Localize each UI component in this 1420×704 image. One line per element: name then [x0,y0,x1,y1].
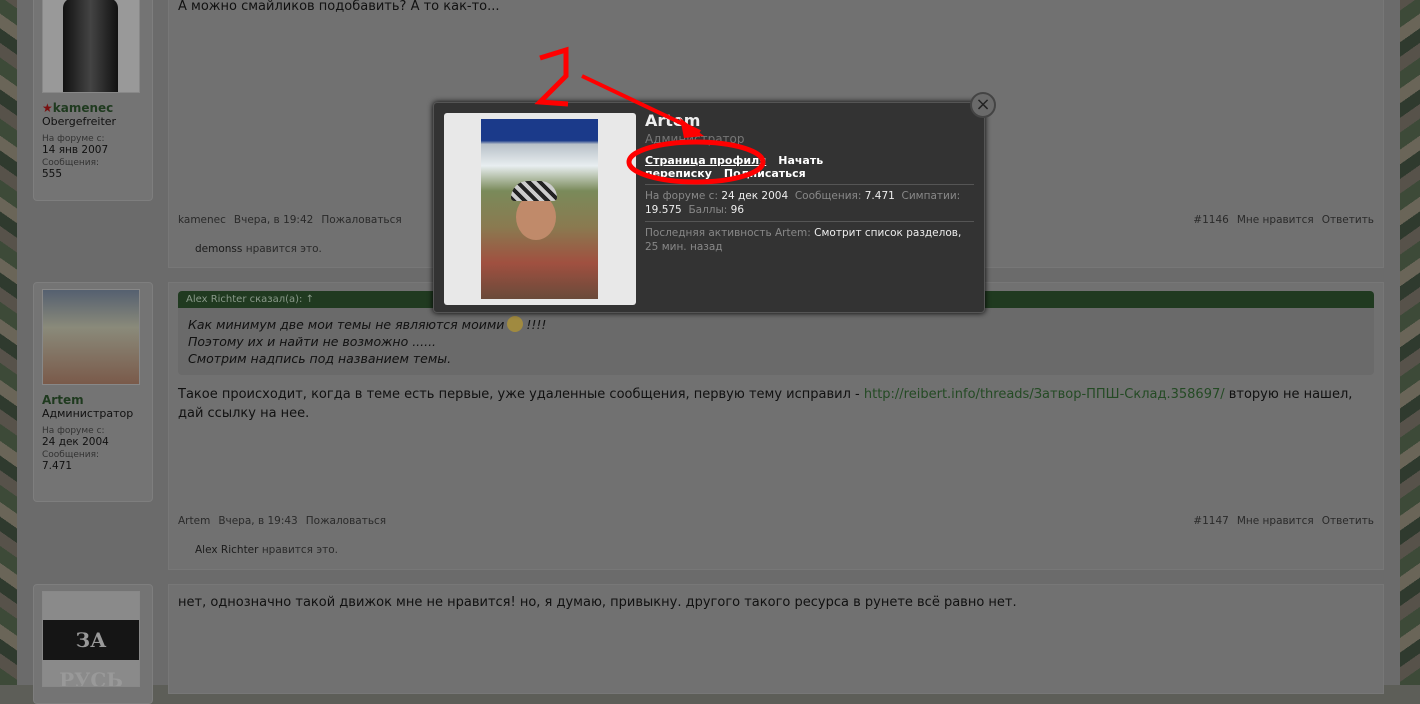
report-link[interactable]: Пожаловаться [306,515,386,527]
star-icon: ★ [42,101,53,115]
post-1148: ЗА РУСЬ нет, однозначно такой движок мне… [17,584,1400,704]
report-link[interactable]: Пожаловаться [321,214,401,226]
liker-link[interactable]: Alex Richter [195,544,258,556]
post-number-link[interactable]: #1146 [1193,214,1229,226]
messages-value: 555 [42,168,63,180]
message: нет, однозначно такой движок мне не нрав… [168,584,1384,694]
joined-value: 24 дек 2004 [42,436,109,448]
follow-link[interactable]: Подписаться [724,167,806,180]
thread-link[interactable]: http://reibert.info/threads/Затвор-ППШ-С… [864,387,1225,402]
member-name[interactable]: Artem [645,111,974,130]
likes-summary: Alex Richter нравится это. [195,544,338,556]
user-title: Администратор [42,407,134,420]
quote-line-suffix: !!!! [526,317,547,332]
profile-page-link[interactable]: Страница профиля [645,154,766,167]
background-camo-left [0,0,17,685]
message-meta: Artem Вчера, в 19:43 Пожаловаться [178,515,394,527]
messages-label: Сообщения: [42,158,100,168]
joined-value: 14 янв 2007 [42,144,109,156]
activity-time: 25 мин. назад [645,241,723,253]
quote-line: Поэтому их и найти не возможно ...... [188,334,437,349]
post-1147: Artem Администратор На форуме с: 24 дек … [17,282,1400,572]
member-info: Artem Администратор Страница профиля Нача… [645,111,974,254]
avatar[interactable] [42,289,140,385]
member-role: Администратор [645,132,745,146]
joined-label: На форуме с: [42,134,105,144]
joined-label: На форуме с: [645,190,718,202]
message-text: А можно смайликов подобавить? А то как-т… [178,0,500,14]
likes-suffix: нравится это. [261,544,338,556]
message: Alex Richter сказал(а): ↑ Как минимум дв… [168,282,1384,570]
sad-smiley-icon [507,316,524,332]
activity-label: Последняя активность Artem: [645,227,811,239]
user-info: ЗА РУСЬ [33,584,153,704]
message-actions: #1146 Мне нравится Ответить [1185,214,1374,226]
text-part: Такое происходит, когда в теме есть перв… [178,387,864,402]
avatar[interactable]: ЗА РУСЬ [42,591,140,687]
quote-line: Как минимум две мои темы не являются мои… [188,317,505,332]
points-label: Баллы: [688,204,728,216]
joined-value: 24 дек 2004 [721,190,789,202]
user-title: Obergefreiter [42,115,117,128]
points-value: 96 [730,204,745,216]
user-info: ★kamenec Obergefreiter На форуме с: 14 я… [33,0,153,201]
member-photo [481,119,598,299]
likes-value: 19.575 [645,204,682,216]
message-actions: #1147 Мне нравится Ответить [1185,515,1374,527]
last-activity: Последняя активность Artem: Смотрит спис… [645,222,974,254]
joined-label: На форуме с: [42,426,105,436]
messages-label: Сообщения: [42,450,100,460]
reply-button[interactable]: Ответить [1322,515,1374,527]
messages-value: 7.471 [42,460,73,472]
liker-link[interactable]: demonss [195,243,242,255]
activity-value[interactable]: Смотрит список разделов, [814,227,961,239]
message-text: Такое происходит, когда в теме есть перв… [178,385,1374,423]
username[interactable]: Artem [42,393,144,407]
messages-label: Сообщения: [794,190,862,202]
avatar[interactable] [42,0,140,93]
author-link[interactable]: Artem [178,515,210,527]
member-stats: На форуме с: 24 дек 2004 Сообщения: 7.47… [645,185,974,222]
avatar-text: ЗА РУСЬ [43,620,139,686]
likes-suffix: нравится это. [245,243,322,255]
post-time[interactable]: Вчера, в 19:42 [234,214,313,226]
quote-line: Смотрим надпись под названием темы. [188,351,452,366]
message-text: нет, однозначно такой движок мне не нрав… [178,595,1017,610]
like-button[interactable]: Мне нравится [1237,515,1314,527]
post-time[interactable]: Вчера, в 19:43 [218,515,297,527]
like-button[interactable]: Мне нравится [1237,214,1314,226]
background-camo-right [1400,0,1420,685]
username[interactable]: ★kamenec [42,101,144,115]
messages-value: 7.471 [864,190,895,202]
post-number-link[interactable]: #1147 [1193,515,1229,527]
close-icon[interactable]: × [970,92,996,118]
quote-body: Как минимум две мои темы не являются мои… [178,308,1374,375]
reply-button[interactable]: Ответить [1322,214,1374,226]
member-links: Страница профиля Начать переписку Подписат… [645,154,974,185]
likes-summary: demonss нравится это. [195,243,322,255]
likes-label: Симпатии: [901,190,961,202]
member-card-popup: Artem Администратор Страница профиля Нача… [433,102,985,313]
user-info: Artem Администратор На форуме с: 24 дек … [33,282,153,502]
member-avatar-large[interactable] [444,113,636,305]
message-meta: kamenec Вчера, в 19:42 Пожаловаться [178,214,410,226]
author-link[interactable]: kamenec [178,214,226,226]
